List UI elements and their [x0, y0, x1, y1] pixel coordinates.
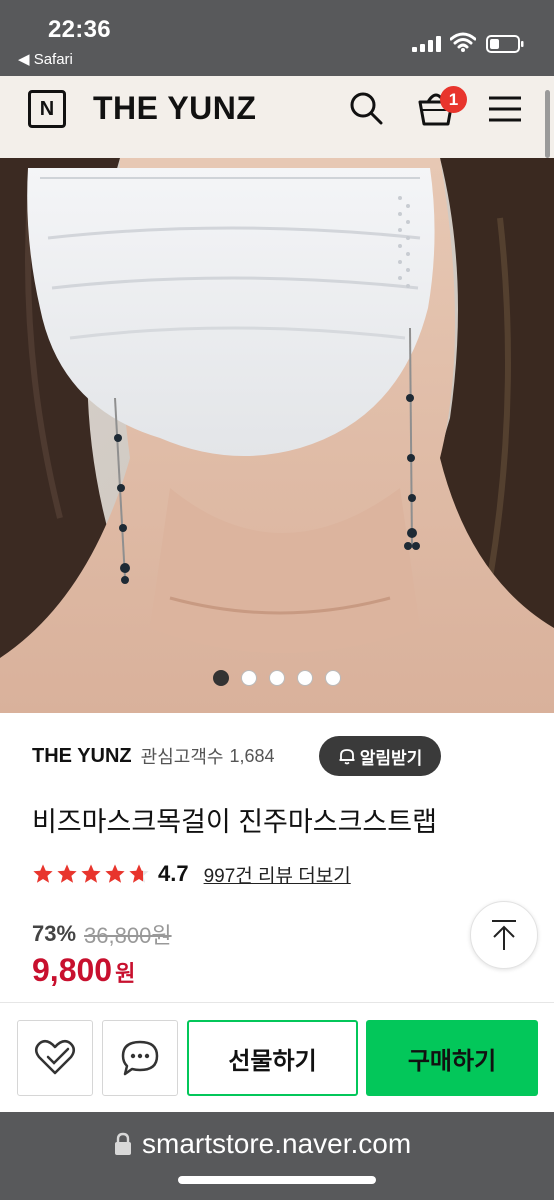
address-url[interactable]: smartstore.naver.com	[142, 1128, 411, 1160]
buy-button[interactable]: 구매하기	[366, 1020, 538, 1096]
battery-icon	[486, 35, 524, 53]
hamburger-menu-icon[interactable]	[487, 94, 523, 124]
alarm-subscribe-button[interactable]: 알림받기	[319, 736, 441, 776]
search-icon[interactable]	[348, 90, 384, 126]
brand-row: THE YUNZ 관심고객수 1,684	[32, 738, 275, 774]
status-time: 22:36	[48, 16, 111, 43]
carousel-dot[interactable]	[297, 670, 313, 686]
discount-rate: 73%	[32, 921, 77, 946]
browser-address-bar[interactable]: smartstore.naver.com	[0, 1112, 554, 1200]
logo-letter: N	[39, 97, 55, 120]
scroll-to-top-button[interactable]	[470, 901, 538, 969]
wishlist-button[interactable]	[17, 1020, 93, 1096]
star-icon	[81, 864, 101, 883]
bottom-action-bar: 선물하기 구매하기	[0, 1002, 554, 1112]
star-icon	[33, 864, 53, 883]
price-unit: 원	[115, 961, 136, 986]
alarm-label: 알림받기	[359, 748, 423, 768]
product-image[interactable]	[0, 158, 554, 713]
star-half-icon	[129, 864, 149, 883]
status-bar: 22:36 ◀ Safari	[0, 0, 554, 76]
lock-icon	[115, 1132, 131, 1155]
scroll-indicator	[545, 90, 550, 158]
cart-count-badge: 1	[440, 86, 467, 113]
rating-row: 4.7 997건 리뷰 더보기	[32, 858, 351, 890]
product-photo-illustration	[0, 158, 554, 713]
star-icon	[57, 864, 77, 883]
heart-check-icon	[35, 1039, 75, 1075]
cellular-signal-icon	[412, 36, 441, 52]
wifi-icon	[450, 32, 476, 52]
carousel-dot[interactable]	[269, 670, 285, 686]
rating-stars	[32, 863, 150, 885]
product-title: 비즈마스크목걸이 진주마스크스트랩	[32, 807, 437, 837]
naver-logo-button[interactable]: N	[28, 90, 66, 128]
followers-label: 관심고객수	[140, 747, 224, 767]
price-row: 9,800 원	[32, 952, 135, 989]
carousel-dots	[213, 670, 341, 686]
home-indicator[interactable]	[178, 1176, 376, 1184]
arrow-up-icon	[492, 920, 516, 950]
carousel-dot[interactable]	[241, 670, 257, 686]
store-name[interactable]: THE YUNZ	[93, 90, 256, 127]
talk-chat-button[interactable]	[102, 1020, 178, 1096]
chat-bubble-icon	[121, 1040, 159, 1076]
rating-value: 4.7	[158, 861, 189, 886]
sale-price: 9,800	[32, 952, 113, 988]
followers-count: 1,684	[229, 745, 275, 766]
carousel-dot[interactable]	[325, 670, 341, 686]
star-icon	[105, 864, 125, 883]
back-to-safari-link[interactable]: ◀ Safari	[18, 50, 73, 68]
brand-name[interactable]: THE YUNZ	[32, 745, 132, 768]
review-more-link[interactable]: 997건 리뷰 더보기	[204, 861, 351, 888]
bell-plus-icon	[339, 749, 355, 765]
original-price: 36,800원	[84, 923, 172, 948]
store-header: N THE YUNZ 1	[0, 76, 554, 158]
carousel-dot[interactable]	[213, 670, 229, 686]
discount-row: 73% 36,800원	[32, 918, 172, 950]
gift-button[interactable]: 선물하기	[187, 1020, 358, 1096]
